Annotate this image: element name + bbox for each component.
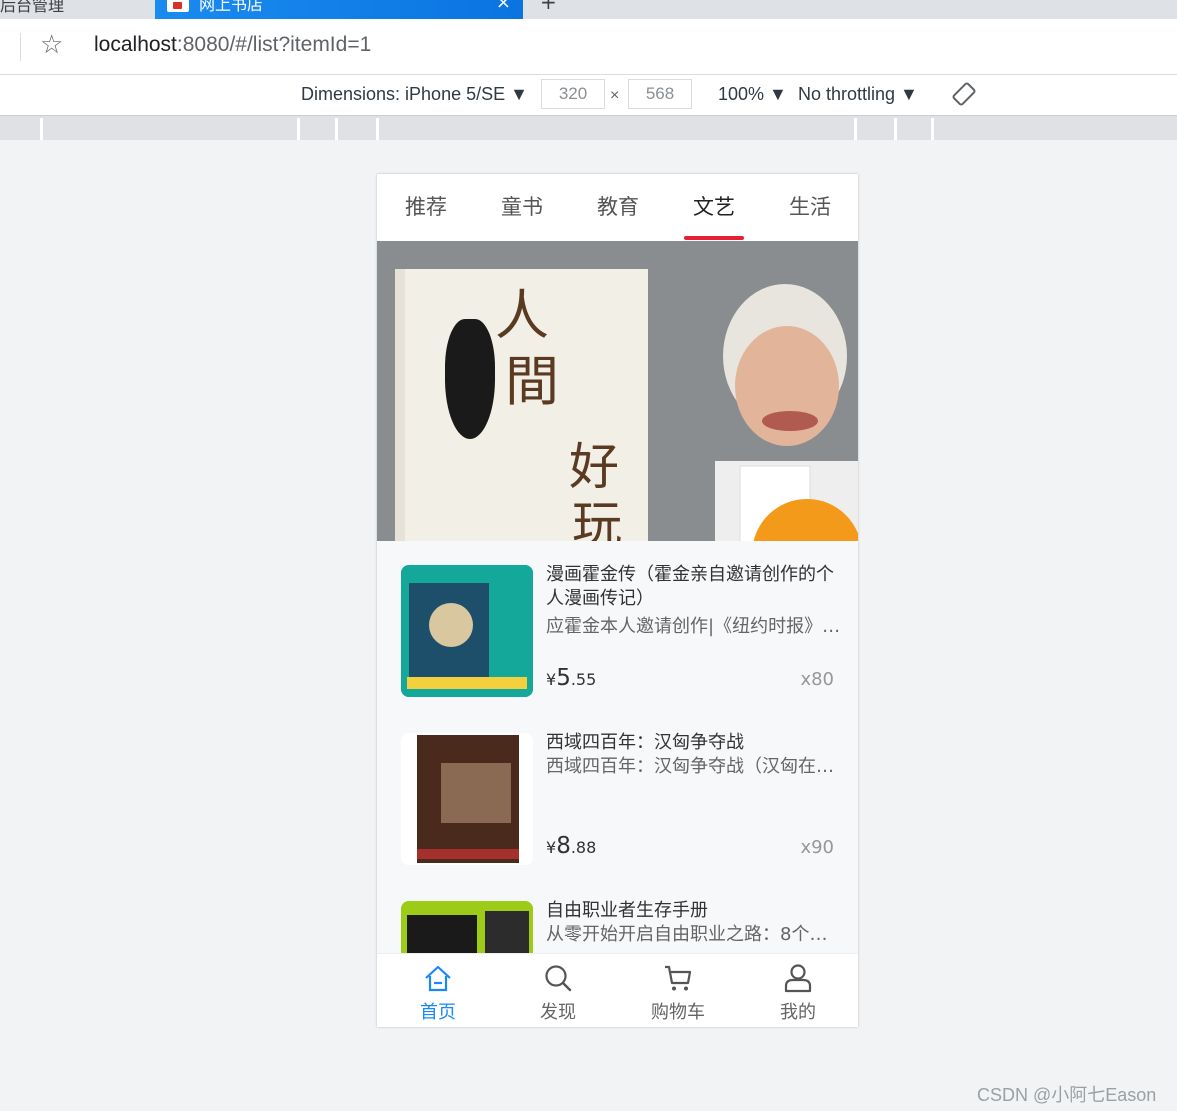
price-integer: 5 (556, 665, 571, 691)
product-description: 西域四百年：汉匈争夺战（汉匈在西域的四百年较量） (546, 756, 842, 777)
tab-label: 生活 (789, 195, 831, 219)
url-field[interactable]: localhost:8080/#/list?itemId=1 (94, 33, 371, 57)
ruler-mark (931, 118, 934, 140)
price-decimal: .55 (570, 670, 597, 689)
tabbar-label: 首页 (420, 1002, 456, 1023)
product-cover-image (401, 901, 533, 954)
new-tab-button[interactable]: + (540, 0, 557, 14)
cat-illustration (445, 319, 495, 439)
tabbar-label: 购物车 (651, 1002, 705, 1023)
close-tab-icon[interactable]: × (496, 0, 511, 13)
product-price: ¥5.55 (546, 665, 596, 691)
ruler-mark (40, 118, 43, 140)
product-list: 漫画霍金传（霍金亲自邀请创作的个人漫画传记） 应霍金本人邀请创作|《纽约时报》畅… (377, 541, 858, 954)
product-name: 漫画霍金传（霍金亲自邀请创作的个人漫画传记） (546, 564, 834, 609)
ruler-mark (376, 118, 379, 140)
tab-category-1[interactable]: 童书 (486, 192, 558, 232)
product-price: ¥8.88 (546, 833, 596, 859)
zoom-dropdown[interactable]: 100% ▼ (718, 84, 787, 105)
address-bar: ☆ localhost:8080/#/list?itemId=1 (0, 19, 1177, 75)
product-quantity: x90 (800, 837, 834, 858)
tab-category-4[interactable]: 生活 (774, 192, 846, 232)
tab-label: 文艺 (693, 195, 735, 219)
rotate-icon[interactable] (951, 81, 977, 107)
bottom-tabbar: 首页 发现 购物车 我的 (377, 953, 858, 1027)
ruler-mark (297, 118, 300, 140)
tab-label: 教育 (597, 195, 639, 219)
ruler-mark (854, 118, 857, 140)
active-tab-underline (684, 236, 744, 240)
tabbar-label: 发现 (540, 1002, 576, 1023)
tab-category-2[interactable]: 教育 (582, 192, 654, 232)
tab-label: 童书 (501, 195, 543, 219)
url-path: :8080/#/list?itemId=1 (176, 33, 372, 56)
price-symbol: ¥ (546, 670, 557, 689)
ruler-mark (335, 118, 338, 140)
times-symbol: × (610, 87, 620, 104)
author-portrait (695, 261, 858, 541)
search-icon (545, 965, 572, 992)
product-cover-image (401, 733, 533, 865)
browser-tab-active[interactable]: 网上书店 × (155, 0, 523, 19)
tab-label: 推荐 (405, 195, 447, 219)
product-card[interactable]: 漫画霍金传（霍金亲自邀请创作的个人漫画传记） 应霍金本人邀请创作|《纽约时报》畅… (377, 541, 858, 709)
tabbar-label: 我的 (780, 1002, 816, 1023)
user-icon (784, 964, 812, 993)
price-decimal: .88 (570, 838, 597, 857)
tabbar-item-mine[interactable]: 我的 (738, 954, 858, 1027)
tab-category-0[interactable]: 推荐 (390, 192, 462, 232)
dimensions-dropdown[interactable]: Dimensions: iPhone 5/SE ▼ (301, 84, 528, 105)
device-toolbar: Dimensions: iPhone 5/SE ▼ 320 × 568 100%… (0, 75, 1177, 116)
product-description: 应霍金本人邀请创作|《纽约时报》畅销书作家倾力打造 (546, 616, 842, 637)
bookmark-star-icon[interactable]: ☆ (40, 30, 63, 60)
phone-viewport: 推荐 童书 教育 文艺 生活 人 間 好 玩 漫画霍金传（霍金亲自邀请创作的个人… (377, 174, 858, 1027)
url-host: localhost (94, 33, 177, 56)
browser-tab-inactive[interactable]: 后台管理 (0, 0, 64, 16)
product-name: 西域四百年：汉匈争夺战 (546, 732, 744, 753)
throttling-dropdown[interactable]: No throttling ▼ (798, 84, 918, 105)
banner-carousel[interactable]: 人 間 好 玩 (377, 241, 858, 541)
category-tabs: 推荐 童书 教育 文艺 生活 (377, 174, 858, 240)
media-query-ruler (0, 116, 1177, 140)
banner-title-char: 玩 (572, 496, 622, 541)
favicon-icon (167, 0, 189, 12)
product-description: 从零开始开启自由职业之路：8个关键步骤 (546, 924, 842, 945)
viewport-width-input[interactable]: 320 (541, 79, 605, 109)
product-cover-image (401, 565, 533, 697)
price-symbol: ¥ (546, 838, 557, 857)
ruler-mark (894, 118, 897, 140)
product-card[interactable]: 自由职业者生存手册 从零开始开启自由职业之路：8个关键步骤 (377, 877, 858, 954)
cart-icon (665, 965, 692, 991)
tabbar-item-home[interactable]: 首页 (378, 954, 498, 1027)
watermark: CSDN @小阿七Eason (977, 1085, 1157, 1105)
tabbar-item-discover[interactable]: 发现 (498, 954, 618, 1027)
banner-title-char: 間 (505, 350, 559, 413)
divider (20, 33, 21, 61)
product-card[interactable]: 西域四百年：汉匈争夺战 西域四百年：汉匈争夺战（汉匈在西域的四百年较量） ¥8.… (377, 709, 858, 877)
tabbar-item-cart[interactable]: 购物车 (618, 954, 738, 1027)
viewport-height-input[interactable]: 568 (628, 79, 692, 109)
price-integer: 8 (556, 833, 571, 859)
home-icon (425, 965, 451, 992)
product-name: 自由职业者生存手册 (546, 900, 708, 921)
product-quantity: x80 (800, 669, 834, 690)
browser-tabstrip: 后台管理 网上书店 × + (0, 0, 1177, 19)
browser-tab-title: 网上书店 (199, 0, 264, 14)
tab-category-3[interactable]: 文艺 (678, 192, 750, 240)
